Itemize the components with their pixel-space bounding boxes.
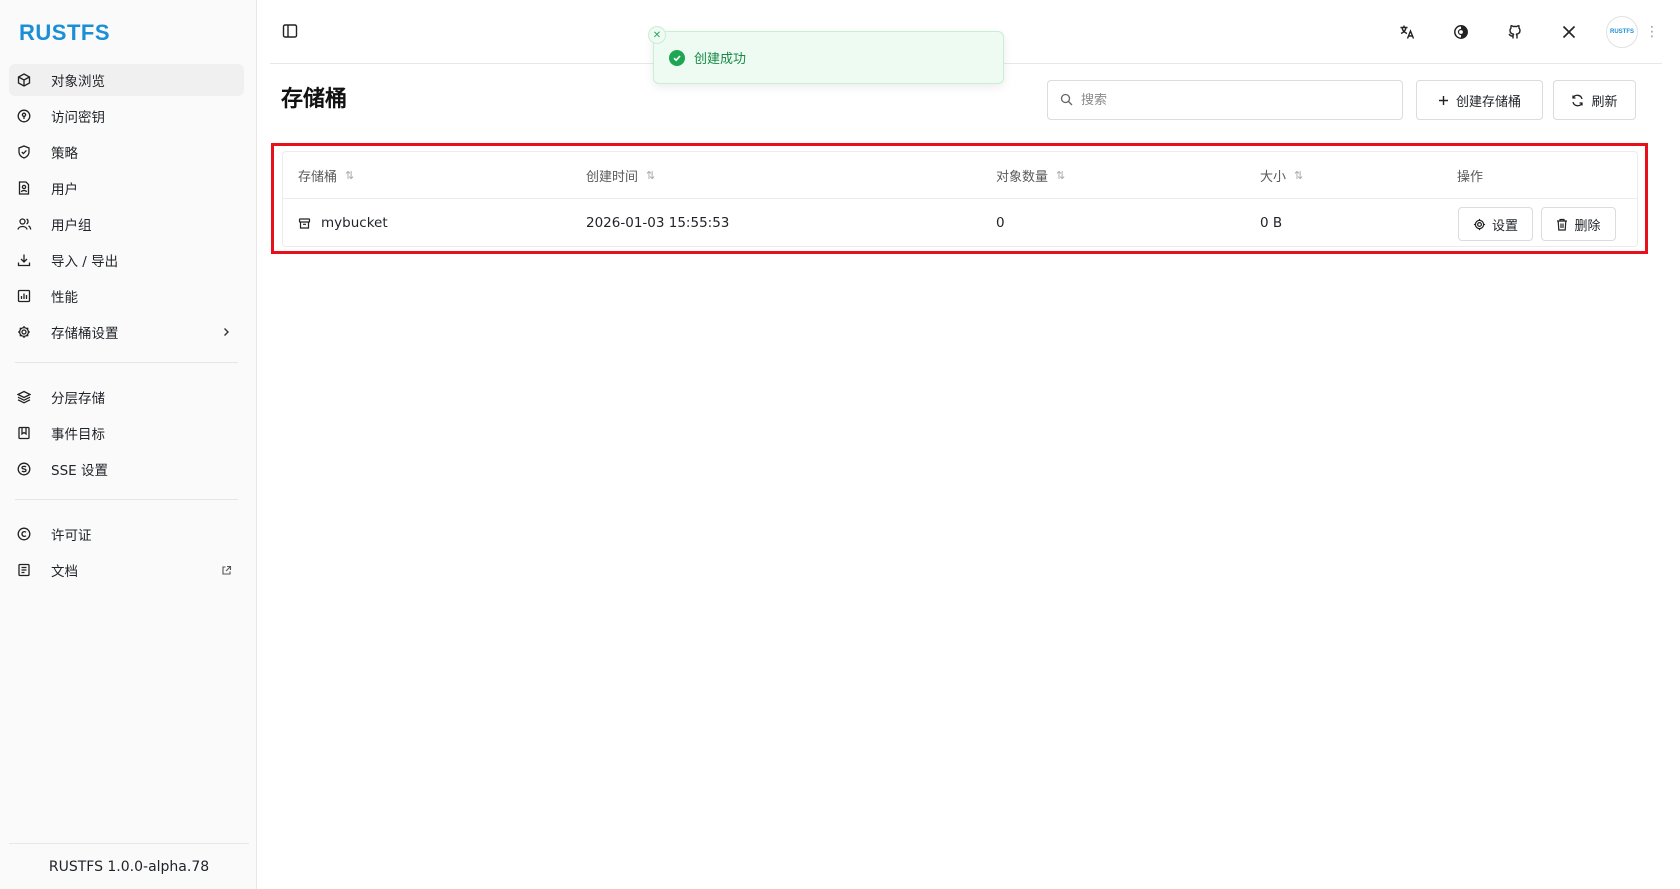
sidebar-item-label: 对象浏览 [51,74,105,90]
bucket-name-cell[interactable]: mybucket [298,199,388,247]
column-header-created[interactable]: 创建时间 ⇅ [586,152,655,199]
sidebar-item-docs[interactable]: 文档 [9,554,244,586]
document-icon [17,562,37,578]
x-logo-icon[interactable] [1542,16,1596,48]
bucket-objects-cell: 0 [996,215,1005,231]
sidebar-item-label: 访问密钥 [51,110,105,126]
bookmark-icon [17,425,37,441]
header-actions: RUSTFS ⋮ [1380,16,1662,48]
trash-icon [1556,218,1568,231]
bucket-size-cell: 0 B [1260,215,1283,231]
sidebar-item-performance[interactable]: 性能 [9,280,244,312]
gear-icon [17,324,37,340]
sidebar-item-policies[interactable]: 策略 [9,136,244,168]
sidebar-item-license[interactable]: 许可证 [9,518,244,550]
sidebar-item-import-export[interactable]: 导入 / 导出 [9,244,244,276]
translate-icon[interactable] [1380,16,1434,48]
shield-icon [17,144,37,160]
chart-icon [17,288,37,304]
chevron-right-icon [216,327,236,337]
bucket-icon [298,217,311,230]
column-header-label: 存储桶 [298,170,338,185]
gear-icon [1473,218,1486,231]
sidebar-item-label: 性能 [51,290,78,306]
toast-message: 创建成功 [694,52,747,67]
bucket-settings-label: 设置 [1491,218,1518,234]
layers-icon [17,389,37,405]
create-bucket-label: 创建存储桶 [1455,94,1521,110]
column-header-bucket[interactable]: 存储桶 ⇅ [298,152,354,199]
refresh-icon [1571,94,1584,107]
search-input[interactable] [1081,92,1402,108]
sidebar-item-object-browser[interactable]: 对象浏览 [9,64,244,96]
column-header-objects[interactable]: 对象数量 ⇅ [996,152,1065,199]
user-file-icon [17,180,37,196]
success-toast: 创建成功 [653,31,1004,84]
sort-icon: ⇅ [345,169,355,182]
refresh-button[interactable]: 刷新 [1553,80,1636,120]
toast-close-icon[interactable]: ✕ [648,26,666,44]
plus-icon [1438,95,1449,106]
sidebar-item-label: 用户 [51,182,78,198]
bucket-table-highlight: 存储桶 ⇅ 创建时间 ⇅ 对象数量 ⇅ 大小 ⇅ 操作 mybucket 202… [271,143,1648,254]
theme-icon[interactable] [1434,16,1488,48]
sidebar-item-label: 文档 [51,564,78,580]
sort-icon: ⇅ [1056,169,1066,182]
coin-icon [17,461,37,477]
sidebar-item-label: 策略 [51,146,78,162]
sidebar-item-users[interactable]: 用户 [9,172,244,204]
app-version: RUSTFS 1.0.0-alpha.78 [9,843,249,889]
check-circle-icon [669,49,685,66]
sidebar-item-label: 导入 / 导出 [51,254,119,270]
bucket-delete-button[interactable]: 删除 [1541,207,1616,241]
sidebar-item-user-groups[interactable]: 用户组 [9,208,244,240]
page-title: 存储桶 [281,87,348,112]
create-bucket-button[interactable]: 创建存储桶 [1416,80,1543,120]
column-header-label: 大小 [1260,170,1287,185]
bucket-created-cell: 2026-01-03 15:55:53 [586,215,730,231]
search-icon [1060,91,1073,110]
refresh-label: 刷新 [1591,94,1618,110]
external-link-icon [216,565,236,576]
bucket-name[interactable]: mybucket [321,215,388,231]
column-header-label: 对象数量 [996,170,1049,185]
sort-icon: ⇅ [1294,169,1304,182]
sidebar-toggle-icon[interactable] [282,23,300,41]
bucket-table: 存储桶 ⇅ 创建时间 ⇅ 对象数量 ⇅ 大小 ⇅ 操作 mybucket 202… [282,151,1638,247]
sidebar: RUSTFS 对象浏览 访问密钥 策略 用户 用户组 导入 / 导出 性能 存储… [0,0,257,889]
column-header-size[interactable]: 大小 ⇅ [1260,152,1303,199]
sidebar-item-label: 存储桶设置 [51,326,119,342]
column-header-actions: 操作 [1457,152,1483,199]
sidebar-item-label: 许可证 [51,528,92,544]
search-box[interactable] [1047,80,1403,120]
key-circle-icon [17,108,37,124]
bucket-delete-label: 删除 [1574,218,1601,234]
table-row[interactable]: mybucket 2026-01-03 15:55:53 0 0 B 设置 删除 [283,199,1637,247]
sidebar-divider [15,362,238,363]
sidebar-item-label: 事件目标 [51,427,105,443]
avatar[interactable]: RUSTFS [1606,16,1638,48]
brand-logo[interactable]: RUSTFS [19,20,110,46]
sidebar-item-sse-settings[interactable]: SSE 设置 [9,453,244,485]
more-vertical-icon[interactable]: ⋮ [1642,24,1662,40]
column-header-label: 创建时间 [586,170,639,185]
sidebar-item-label: SSE 设置 [51,463,108,479]
sidebar-divider [15,499,238,500]
copyright-icon [17,526,37,542]
download-icon [17,252,37,268]
bucket-settings-button[interactable]: 设置 [1458,207,1533,241]
table-header: 存储桶 ⇅ 创建时间 ⇅ 对象数量 ⇅ 大小 ⇅ 操作 [283,152,1637,199]
github-icon[interactable] [1488,16,1542,48]
sidebar-item-bucket-settings[interactable]: 存储桶设置 [9,316,244,348]
sidebar-item-label: 用户组 [51,218,92,234]
column-header-label: 操作 [1457,170,1484,185]
sidebar-item-access-keys[interactable]: 访问密钥 [9,100,244,132]
users-icon [17,216,37,232]
sidebar-item-tiering[interactable]: 分层存储 [9,381,244,413]
sidebar-item-event-targets[interactable]: 事件目标 [9,417,244,449]
sort-icon: ⇅ [646,169,656,182]
sidebar-nav: 对象浏览 访问密钥 策略 用户 用户组 导入 / 导出 性能 存储桶设置 分层存… [9,64,244,590]
cube-icon [17,72,37,88]
sidebar-item-label: 分层存储 [51,391,105,407]
